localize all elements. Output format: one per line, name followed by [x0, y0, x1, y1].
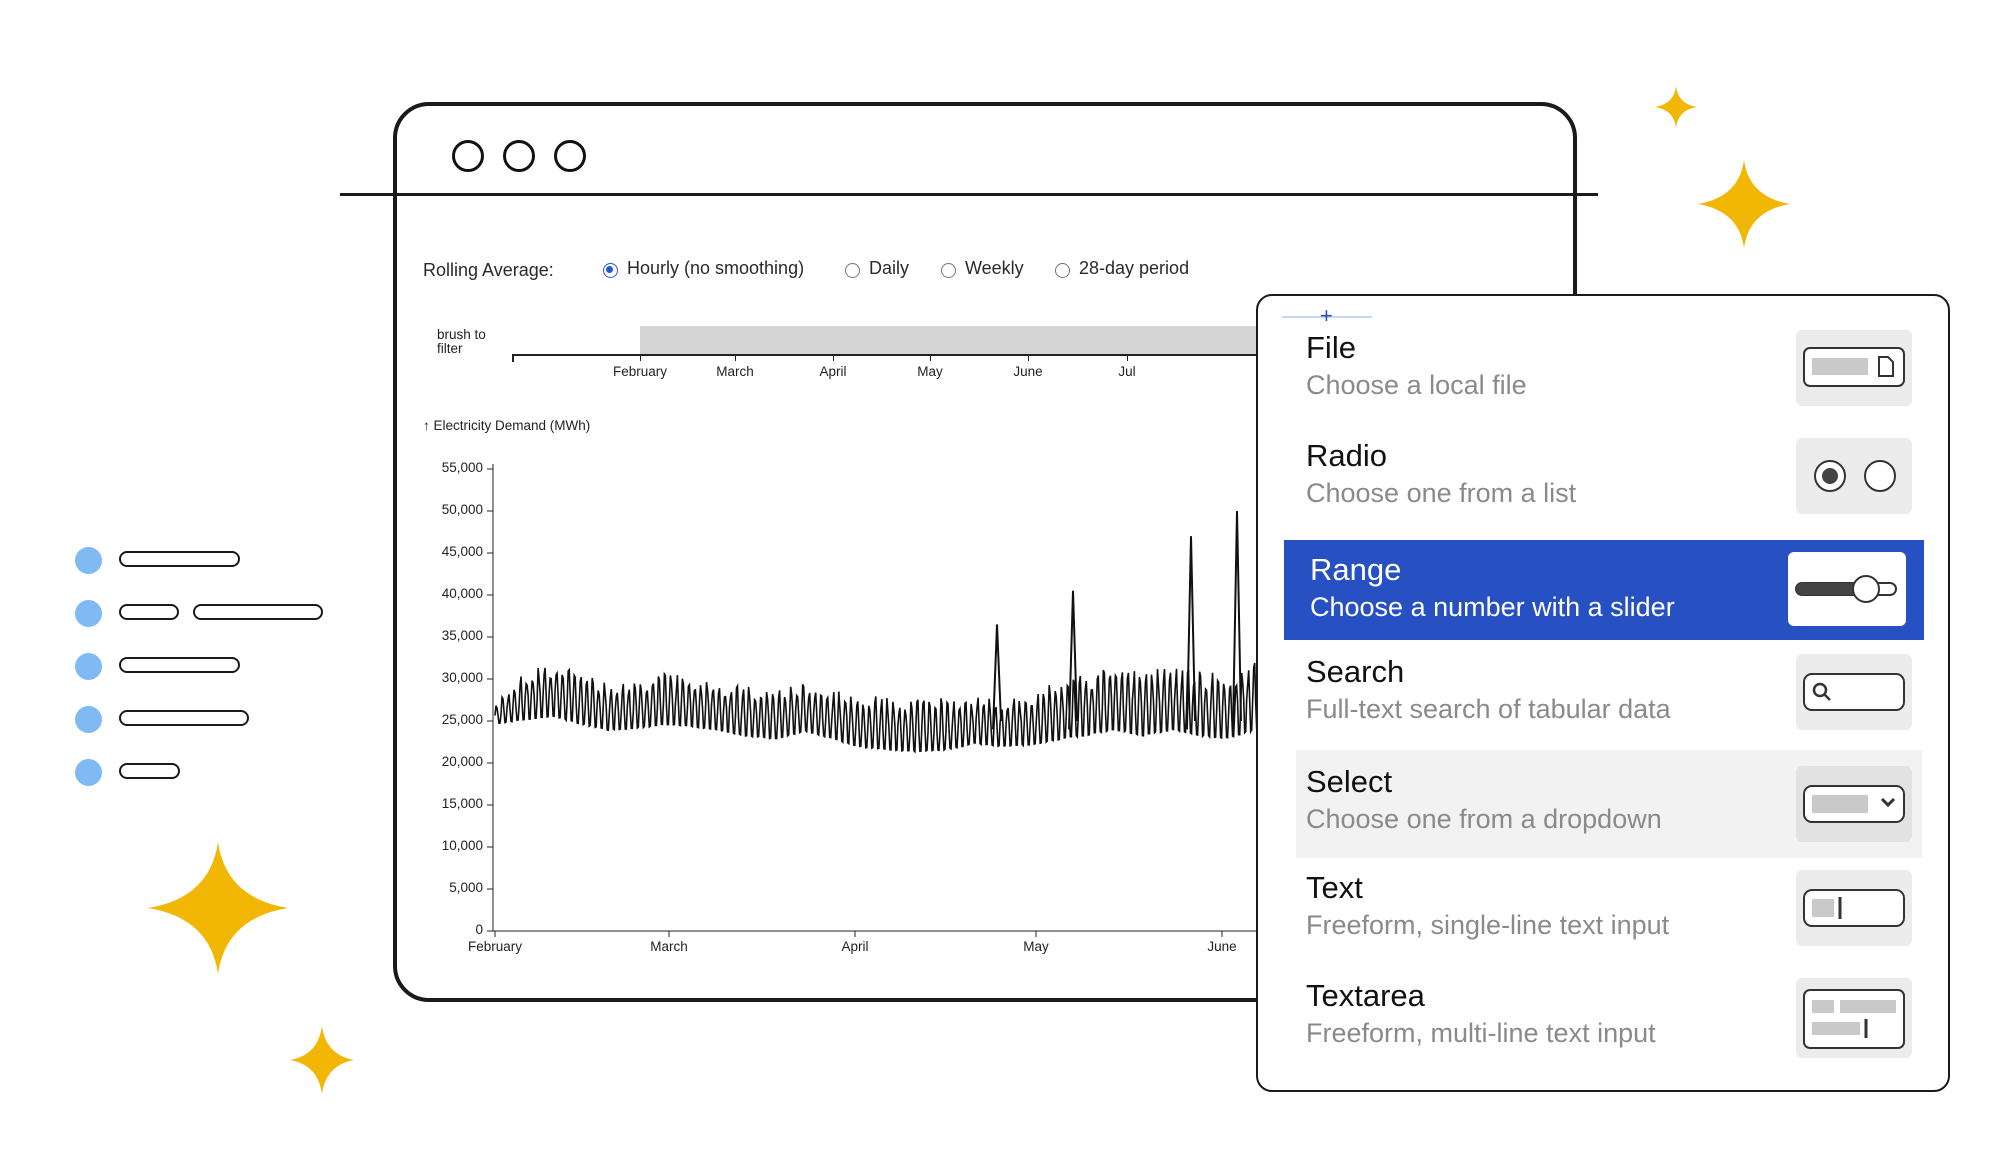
menu-item-title: Text: [1306, 870, 1363, 905]
search-icon: [1796, 654, 1912, 730]
menu-item-range[interactable]: Range Choose a number with a slider: [1284, 540, 1924, 640]
menu-item-description: Full-text search of tabular data: [1306, 694, 1671, 724]
radio-illustration: [1814, 460, 1896, 492]
menu-item-title: Search: [1306, 654, 1405, 689]
select-icon: [1796, 766, 1912, 842]
menu-item-title: Radio: [1306, 438, 1387, 473]
sparkle-icon: [1655, 86, 1697, 128]
radio-icon: [1796, 438, 1912, 514]
menu-item-radio[interactable]: Radio Choose one from a list: [1284, 432, 1922, 536]
menu-item-textarea[interactable]: Textarea Freeform, multi-line text input: [1284, 972, 1922, 1076]
sparkle-icon: [148, 842, 288, 974]
sparkle-icon: [290, 1026, 354, 1094]
input-type-menu: + File Choose a local file Radio Choose …: [1256, 294, 1950, 1092]
select-illustration: [1803, 785, 1905, 823]
slider-icon: [1788, 552, 1906, 626]
menu-item-text[interactable]: Text Freeform, single-line text input: [1284, 864, 1922, 968]
menu-item-search[interactable]: Search Full-text search of tabular data: [1284, 648, 1922, 752]
menu-item-description: Choose a number with a slider: [1310, 592, 1675, 622]
textarea-icon: [1796, 978, 1912, 1058]
demand-peak-mark: [1186, 536, 1196, 730]
menu-item-select[interactable]: Select Choose one from a dropdown: [1296, 750, 1922, 858]
textarea-illustration: [1803, 989, 1905, 1049]
menu-item-description: Freeform, multi-line text input: [1306, 1018, 1656, 1048]
menu-item-title: Range: [1310, 552, 1402, 587]
menu-item-description: Choose a local file: [1306, 370, 1527, 400]
text-input-icon: [1796, 870, 1912, 946]
menu-item-title: Textarea: [1306, 978, 1425, 1013]
menu-item-title: Select: [1306, 764, 1393, 799]
menu-item-title: File: [1306, 330, 1356, 365]
sparkle-icon: [1698, 160, 1790, 248]
menu-item-file[interactable]: File Choose a local file: [1284, 324, 1922, 428]
window-titlebar-rule: [340, 193, 1598, 196]
search-illustration: [1803, 673, 1905, 711]
file-input-illustration: [1803, 347, 1905, 387]
menu-item-description: Choose one from a dropdown: [1306, 804, 1662, 834]
slider-illustration: [1795, 575, 1897, 603]
menu-item-description: Choose one from a list: [1306, 478, 1577, 508]
menu-item-description: Freeform, single-line text input: [1306, 910, 1670, 940]
text-input-illustration: [1803, 889, 1905, 927]
file-icon: [1796, 330, 1912, 406]
